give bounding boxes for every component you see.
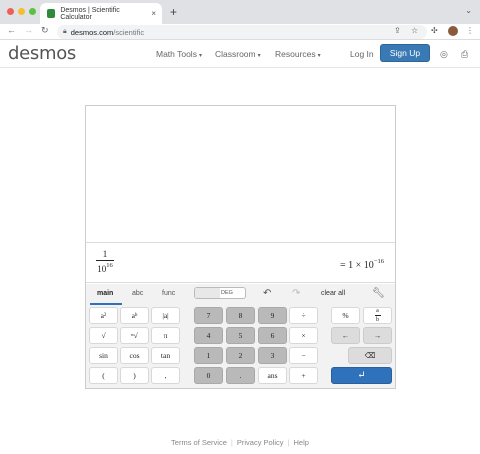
- tab-search-icon[interactable]: ⌄: [465, 6, 472, 15]
- nav-classroom[interactable]: Classroom ▾: [215, 49, 261, 59]
- tab-close-icon[interactable]: ×: [151, 9, 156, 18]
- reload-icon[interactable]: ↻: [41, 25, 49, 36]
- key-percent[interactable]: %: [331, 307, 360, 324]
- chevron-down-icon: ▾: [257, 53, 261, 59]
- keypad: main abc func DEG ↶ ↷ clear all 🔧︎ a2 ab…: [86, 284, 395, 388]
- key-1[interactable]: 1: [194, 347, 223, 364]
- key-left-arrow[interactable]: ←: [331, 327, 360, 344]
- key-decimal[interactable]: .: [226, 367, 255, 384]
- clear-all-button[interactable]: clear all: [321, 290, 345, 297]
- key-comma[interactable]: ,: [151, 367, 180, 384]
- close-window-button[interactable]: [7, 8, 14, 15]
- key-subtract[interactable]: −: [289, 347, 318, 364]
- key-fraction[interactable]: ab: [363, 307, 392, 324]
- chevron-down-icon: ▾: [198, 53, 202, 59]
- keypad-header: main abc func DEG ↶ ↷ clear all 🔧︎: [86, 284, 395, 305]
- footer-divider: |: [287, 438, 290, 447]
- new-tab-button[interactable]: +: [170, 5, 177, 19]
- desmos-logo[interactable]: desmos: [8, 43, 76, 64]
- chevron-down-icon: ▾: [317, 53, 321, 59]
- globe-icon[interactable]: ◎: [440, 49, 448, 60]
- site-header: desmos Math Tools ▾ Classroom ▾ Resources ▾…: [0, 40, 480, 68]
- key-0[interactable]: 0: [194, 367, 223, 384]
- nav-math-tools[interactable]: Math Tools ▾: [156, 49, 202, 59]
- fraction-bar: [96, 260, 114, 261]
- footer-terms-link[interactable]: Terms of Service: [171, 438, 227, 447]
- key-5[interactable]: 5: [226, 327, 255, 344]
- signup-button[interactable]: Sign Up: [380, 44, 430, 62]
- star-icon[interactable]: ☆: [411, 26, 418, 35]
- key-tan[interactable]: tan: [151, 347, 180, 364]
- print-icon[interactable]: ⎙: [461, 49, 468, 60]
- key-sin[interactable]: sin: [89, 347, 118, 364]
- wrench-icon[interactable]: 🔧︎: [372, 288, 385, 299]
- fraction-numerator: 1: [102, 249, 108, 259]
- expression-row[interactable]: 1 1016 = 1 × 10−16: [86, 243, 395, 283]
- browser-tab-strip: Desmos | Scientific Calculator × + ⌄: [0, 0, 480, 24]
- key-multiply[interactable]: ×: [289, 327, 318, 344]
- key-cos[interactable]: cos: [120, 347, 149, 364]
- maximize-window-button[interactable]: [29, 8, 36, 15]
- share-icon[interactable]: ⇪: [394, 26, 401, 35]
- expression-fraction[interactable]: 1 1016: [96, 249, 114, 274]
- footer-privacy-link[interactable]: Privacy Policy: [237, 438, 284, 447]
- menu-icon[interactable]: ⋮: [466, 26, 474, 35]
- extension-icon[interactable]: ✣: [431, 26, 438, 35]
- history-area: [86, 106, 395, 243]
- address-host: desmos.com: [70, 27, 114, 37]
- key-9[interactable]: 9: [258, 307, 287, 324]
- key-abs[interactable]: |a|: [151, 307, 180, 324]
- minimize-window-button[interactable]: [18, 8, 25, 15]
- scientific-calculator: 1 1016 = 1 × 10−16 main abc func DEG ↶ ↷…: [85, 105, 396, 389]
- backspace-icon[interactable]: ⌫: [348, 347, 392, 364]
- key-nth-root[interactable]: ⁿ√: [120, 327, 149, 344]
- fraction-denominator-base: 10: [97, 264, 107, 274]
- login-link[interactable]: Log In: [350, 49, 374, 59]
- lock-icon: 🔒︎: [63, 28, 67, 35]
- key-power[interactable]: ab: [120, 307, 149, 324]
- address-path: /scientific: [113, 27, 145, 37]
- desmos-favicon-icon: [47, 9, 56, 18]
- tab-title: Desmos | Scientific Calculator: [60, 6, 120, 21]
- degree-option[interactable]: DEG: [221, 290, 233, 296]
- tab-abc[interactable]: abc: [132, 290, 143, 297]
- key-2[interactable]: 2: [226, 347, 255, 364]
- radian-option[interactable]: [195, 288, 220, 298]
- undo-icon[interactable]: ↶: [263, 288, 271, 299]
- forward-icon[interactable]: →: [24, 25, 33, 35]
- key-7[interactable]: 7: [194, 307, 223, 324]
- tab-func[interactable]: func: [162, 290, 175, 297]
- key-pi[interactable]: π: [151, 327, 180, 344]
- key-left-paren[interactable]: (: [89, 367, 118, 384]
- key-6[interactable]: 6: [258, 327, 287, 344]
- back-icon[interactable]: ←: [7, 25, 16, 35]
- angle-mode-toggle[interactable]: DEG: [194, 287, 246, 299]
- browser-toolbar: ← → ↻ 🔒︎ desmos.com/scientific ⇪ ☆ ✣ ⋮: [0, 24, 480, 40]
- nav-resources[interactable]: Resources ▾: [275, 49, 321, 59]
- key-8[interactable]: 8: [226, 307, 255, 324]
- footer-help-link[interactable]: Help: [294, 438, 309, 447]
- expression-result: = 1 × 10−16: [340, 258, 384, 271]
- key-divide[interactable]: ÷: [289, 307, 318, 324]
- enter-icon[interactable]: ↵: [331, 367, 392, 384]
- key-4[interactable]: 4: [194, 327, 223, 344]
- key-right-paren[interactable]: ): [120, 367, 149, 384]
- key-ans[interactable]: ans: [258, 367, 287, 384]
- footer: Terms of Service | Privacy Policy | Help: [0, 438, 480, 447]
- key-3[interactable]: 3: [258, 347, 287, 364]
- address-bar[interactable]: 🔒︎ desmos.com/scientific: [57, 25, 427, 39]
- key-square[interactable]: a2: [89, 307, 118, 324]
- footer-divider: |: [230, 438, 233, 447]
- profile-avatar[interactable]: [448, 26, 458, 36]
- tab-main[interactable]: main: [97, 290, 113, 297]
- browser-tab[interactable]: Desmos | Scientific Calculator ×: [40, 3, 162, 24]
- fraction-denominator-exponent: 16: [106, 262, 113, 269]
- key-right-arrow[interactable]: →: [363, 327, 392, 344]
- key-add[interactable]: +: [289, 367, 318, 384]
- redo-icon[interactable]: ↷: [292, 288, 300, 299]
- active-tab-indicator: [90, 303, 122, 305]
- key-sqrt[interactable]: √: [89, 327, 118, 344]
